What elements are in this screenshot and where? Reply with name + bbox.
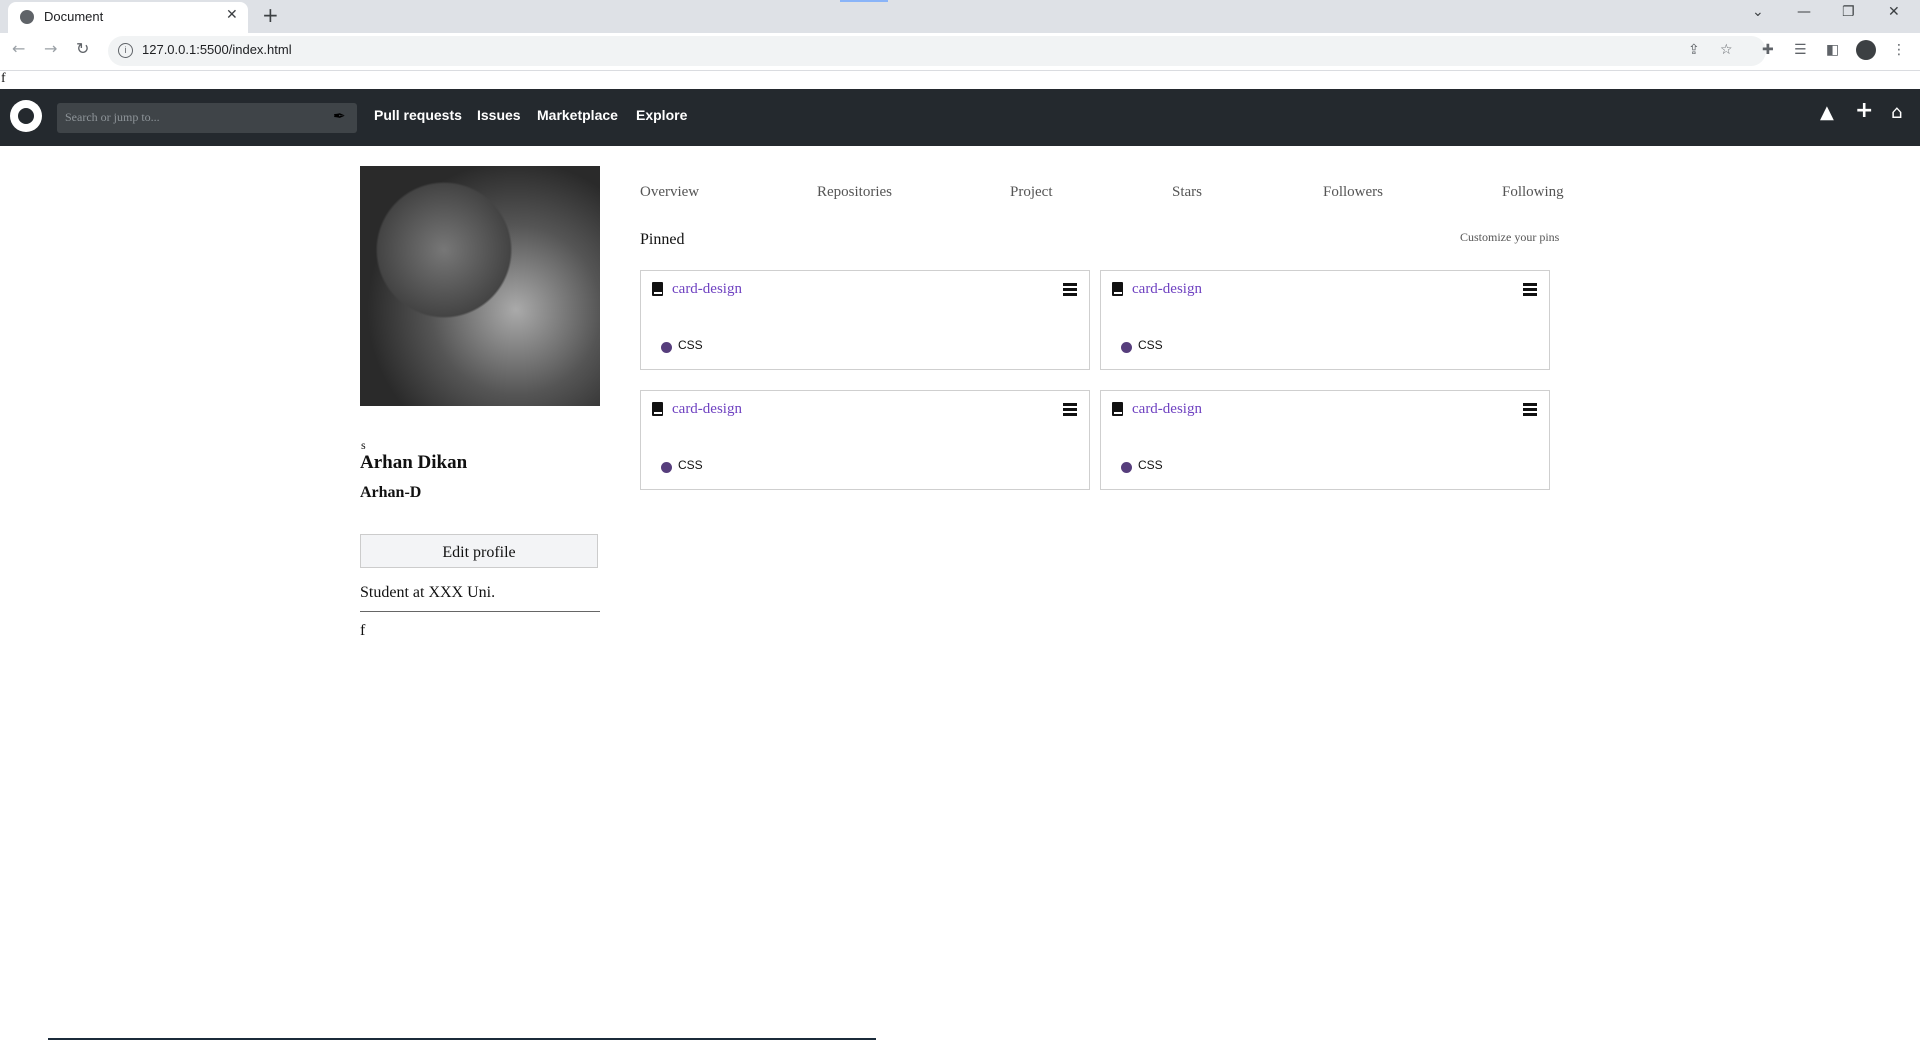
drag-handle-icon[interactable] <box>1523 403 1537 418</box>
address-bar[interactable]: i 127.0.0.1:5500/index.html ⇪ ☆ <box>108 36 1766 66</box>
github-logo-inner <box>18 108 34 124</box>
side-panel-icon[interactable]: ◧ <box>1826 42 1839 58</box>
tab-indicator <box>840 0 888 2</box>
divider <box>360 611 600 612</box>
search-placeholder: Search or jump to... <box>65 110 160 124</box>
tab-repositories[interactable]: Repositories <box>817 184 892 201</box>
reload-icon[interactable]: ↻ <box>76 39 89 58</box>
pinned-card[interactable]: card-design CSS <box>1100 270 1550 370</box>
repo-name-link[interactable]: card-design <box>672 401 742 418</box>
globe-icon <box>20 10 34 24</box>
repo-language: CSS <box>1138 338 1163 352</box>
edit-profile-button[interactable]: Edit profile <box>360 534 598 568</box>
tab-overview[interactable]: Overview <box>640 184 699 201</box>
info-icon[interactable]: i <box>118 43 133 58</box>
pinned-title: Pinned <box>640 231 685 248</box>
profile-avatar-icon[interactable] <box>1856 40 1876 60</box>
nav-explore[interactable]: Explore <box>636 107 687 123</box>
tab-following[interactable]: Following <box>1502 184 1564 201</box>
repo-book-icon <box>1112 402 1123 416</box>
extensions-icon[interactable]: ✚ <box>1762 42 1774 58</box>
forward-icon[interactable]: → <box>44 39 57 58</box>
tab-search-icon[interactable]: ⌄ <box>1752 4 1764 20</box>
language-color-dot <box>1121 462 1132 473</box>
repo-name-link[interactable]: card-design <box>672 281 742 298</box>
browser-tab[interactable]: Document ✕ <box>8 2 248 33</box>
plus-icon[interactable]: + <box>1855 98 1873 123</box>
tab-followers[interactable]: Followers <box>1323 184 1383 201</box>
repo-language: CSS <box>678 338 703 352</box>
stray-text: f <box>360 622 366 639</box>
tab-title: Document <box>44 9 104 24</box>
stray-text: f <box>1 71 6 86</box>
close-window-icon[interactable]: ✕ <box>1888 4 1900 20</box>
back-icon[interactable]: ← <box>12 39 25 58</box>
repo-language: CSS <box>678 458 703 472</box>
taskbar-segment <box>336 1038 876 1040</box>
tab-project[interactable]: Project <box>1010 184 1053 201</box>
url-text[interactable]: 127.0.0.1:5500/index.html <box>142 42 292 57</box>
drag-handle-icon[interactable] <box>1523 283 1537 298</box>
pinned-card[interactable]: card-design CSS <box>640 390 1090 490</box>
restore-icon[interactable]: ❐ <box>1842 4 1855 20</box>
tab-stars[interactable]: Stars <box>1172 184 1202 201</box>
taskbar-segment <box>48 1038 336 1040</box>
browser-tabstrip: Document ✕ + ⌄ — ❐ ✕ <box>0 0 1920 33</box>
repo-book-icon <box>652 282 663 296</box>
drag-handle-icon[interactable] <box>1063 283 1077 298</box>
repo-language: CSS <box>1138 458 1163 472</box>
nav-issues[interactable]: Issues <box>477 107 521 123</box>
profile-bio: Student at XXX Uni. <box>360 584 496 601</box>
site-header: Search or jump to... ✒ Pull requests Iss… <box>0 89 1920 146</box>
repo-name-link[interactable]: card-design <box>1132 401 1202 418</box>
language-color-dot <box>661 342 672 353</box>
star-icon[interactable]: ☆ <box>1720 42 1733 58</box>
reading-list-icon[interactable]: ☰ <box>1794 42 1807 58</box>
new-tab-icon[interactable]: + <box>262 3 279 27</box>
pinned-card[interactable]: card-design CSS <box>1100 390 1550 490</box>
minimize-icon[interactable]: — <box>1797 4 1811 20</box>
repo-book-icon <box>1112 282 1123 296</box>
repo-name-link[interactable]: card-design <box>1132 281 1202 298</box>
home-icon[interactable]: ⌂ <box>1891 102 1902 123</box>
profile-name: Arhan Dikan <box>360 452 468 473</box>
repo-book-icon <box>652 402 663 416</box>
github-logo-icon[interactable] <box>10 100 42 132</box>
nav-pull-requests[interactable]: Pull requests <box>374 107 462 123</box>
search-input[interactable]: Search or jump to... ✒ <box>57 103 357 133</box>
pinned-card[interactable]: card-design CSS <box>640 270 1090 370</box>
share-icon[interactable]: ⇪ <box>1688 42 1700 58</box>
customize-pins-link[interactable]: Customize your pins <box>1460 230 1559 245</box>
close-icon[interactable]: ✕ <box>226 7 238 23</box>
profile-photo <box>360 166 600 406</box>
language-color-dot <box>1121 342 1132 353</box>
browser-toolbar: ← → ↻ i 127.0.0.1:5500/index.html ⇪ ☆ ✚ … <box>0 33 1920 71</box>
slash-icon: ✒ <box>333 107 346 125</box>
stray-text: s <box>361 438 366 452</box>
language-color-dot <box>661 462 672 473</box>
menu-icon[interactable]: ⋮ <box>1892 42 1906 58</box>
profile-login: Arhan-D <box>360 484 422 501</box>
bell-icon[interactable]: ▲ <box>1820 102 1834 123</box>
nav-marketplace[interactable]: Marketplace <box>537 107 618 123</box>
drag-handle-icon[interactable] <box>1063 403 1077 418</box>
